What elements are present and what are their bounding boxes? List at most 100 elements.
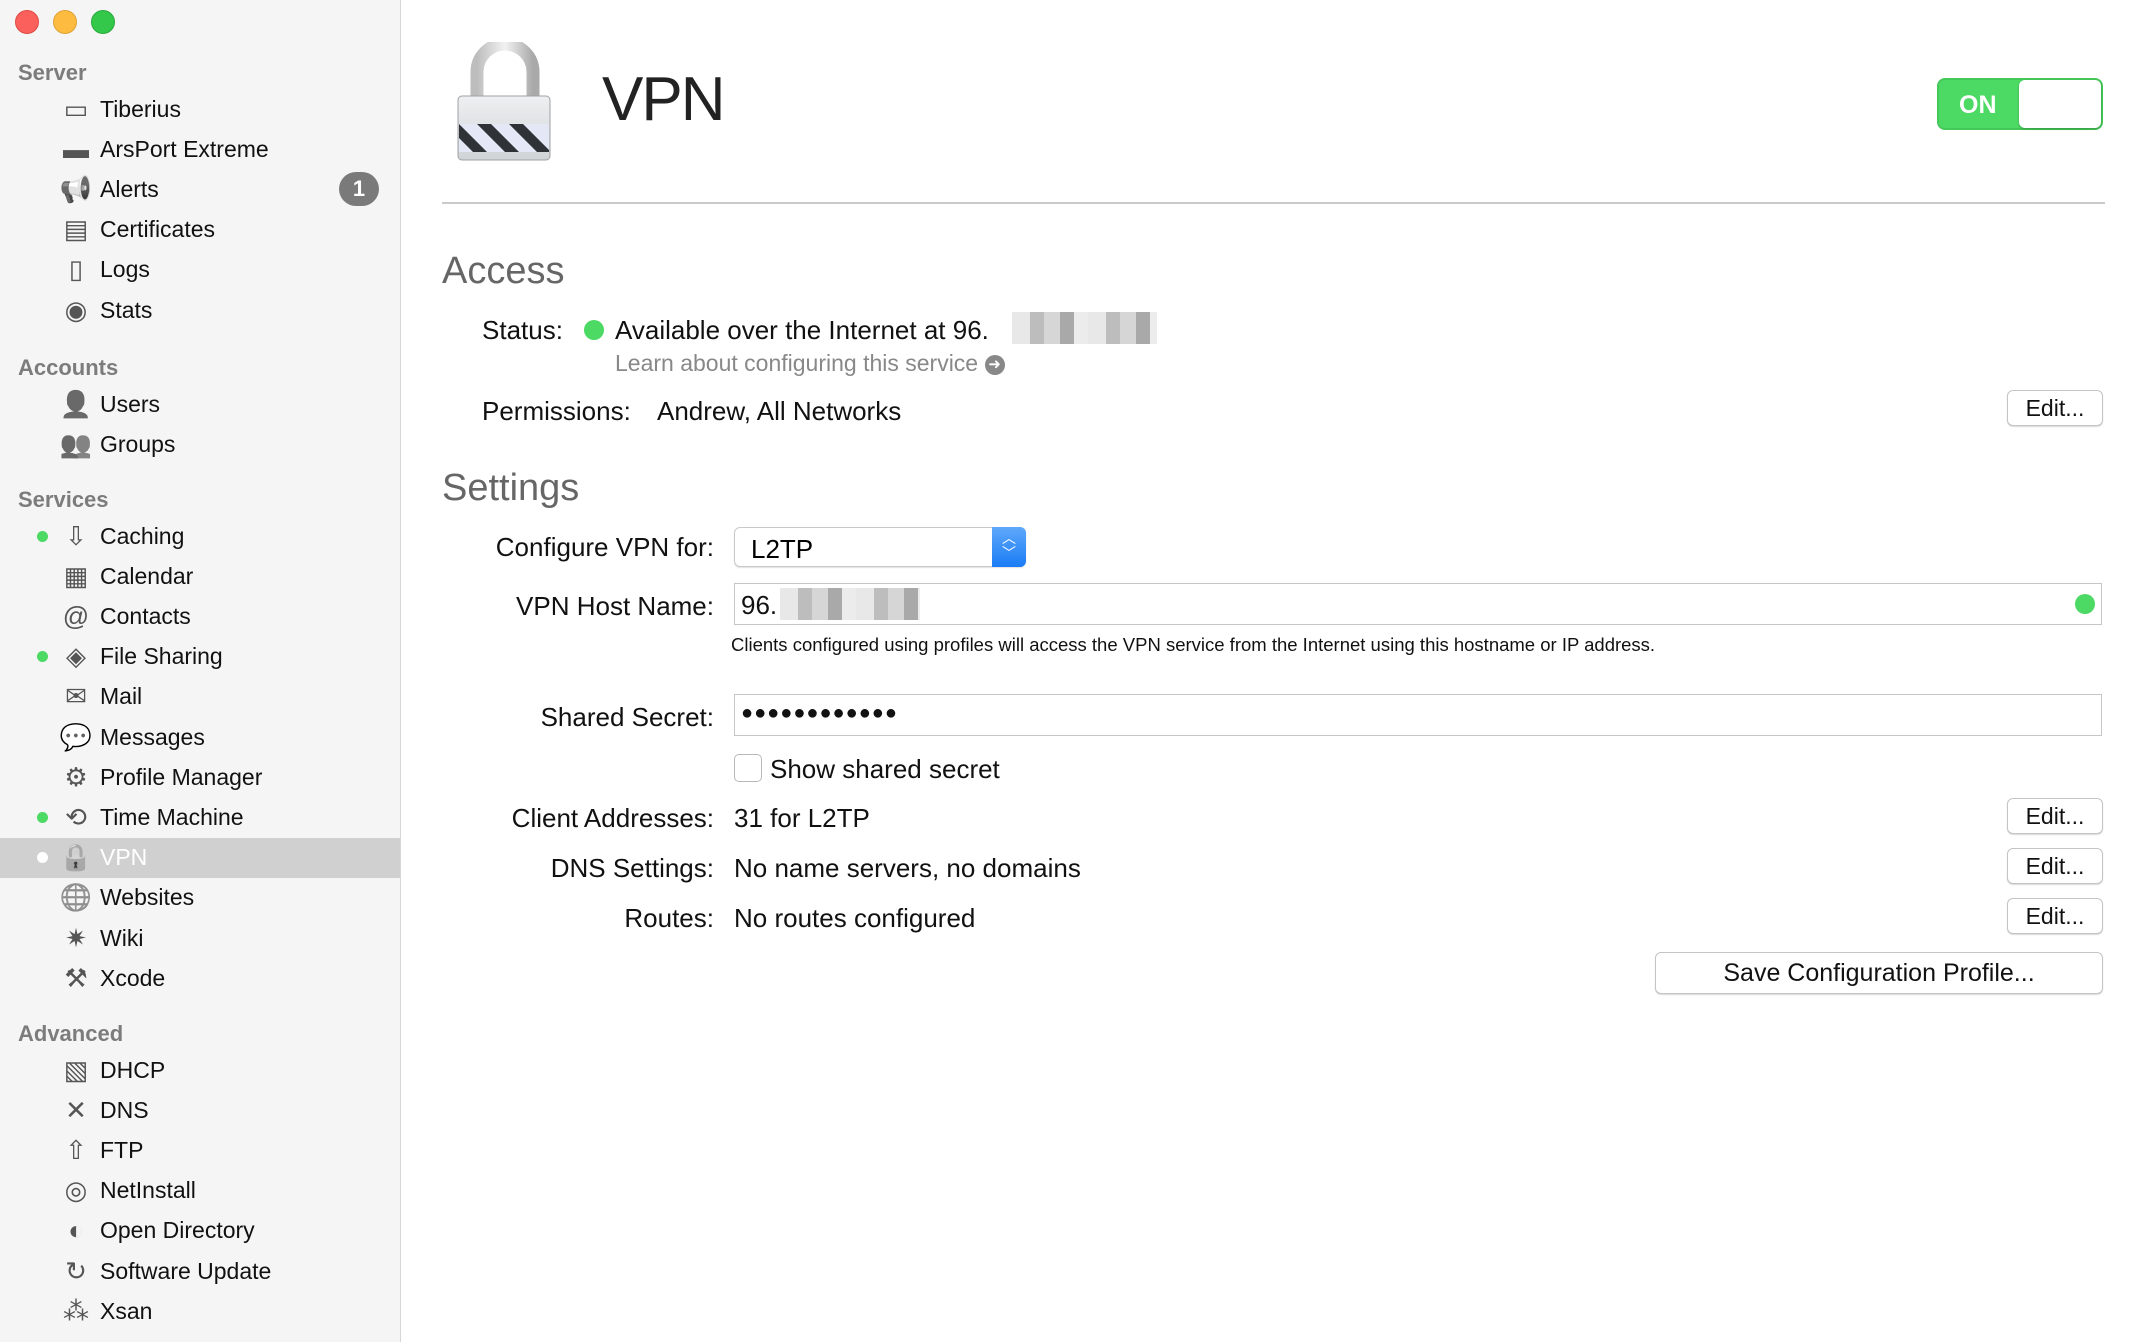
- sidebar-item-xcode[interactable]: ⚒ Xcode: [0, 958, 400, 998]
- wiki-icon: ✷: [65, 922, 87, 953]
- sidebar-item-xsan[interactable]: ⁂ Xsan: [0, 1291, 400, 1331]
- sidebar-item-messages[interactable]: 💬 Messages: [0, 717, 400, 757]
- close-button[interactable]: [15, 10, 39, 34]
- sidebar-item-dns[interactable]: ✕ DNS: [0, 1090, 400, 1130]
- sidebar-item-vpn[interactable]: 🔒 VPN: [0, 837, 400, 878]
- dns-icon: ✕: [65, 1094, 87, 1125]
- shared-secret-value: ●●●●●●●●●●●●: [741, 702, 898, 724]
- sidebar-item-label: Certificates: [100, 216, 216, 243]
- sidebar-item-calendar[interactable]: ▦ Calendar: [0, 556, 400, 596]
- access-heading: Access: [442, 250, 565, 292]
- sidebar-item-websites[interactable]: 🌐 Websites: [0, 878, 400, 918]
- permissions-edit-button[interactable]: Edit...: [2007, 390, 2103, 426]
- calendar-icon: ▦: [63, 560, 89, 591]
- sidebar-section-server: Server: [18, 60, 87, 85]
- page-title: VPN: [602, 65, 725, 134]
- sidebar-item-caching[interactable]: ⇩ Caching: [0, 516, 400, 556]
- toggle-knob[interactable]: [2019, 80, 2101, 128]
- sidebar-item-mail[interactable]: ✉ Mail: [0, 677, 400, 717]
- sidebar-item-label: Wiki: [100, 924, 144, 951]
- contacts-icon: @: [62, 600, 90, 631]
- routes-label: Routes:: [624, 903, 714, 933]
- sidebar-item-netinstall[interactable]: ◎ NetInstall: [0, 1171, 400, 1211]
- stats-icon: ◉: [64, 294, 88, 325]
- sidebar: Server ▭ Tiberius ▬ ArsPort Extreme 📢 Alerts 1 ▤…: [0, 0, 401, 1342]
- alerts-count-badge: 1: [339, 172, 379, 207]
- redacted-host: [780, 588, 920, 620]
- sidebar-item-certificates[interactable]: ▤ Certificates: [0, 210, 400, 250]
- maximize-button[interactable]: [91, 10, 115, 34]
- netinstall-icon: ◎: [64, 1175, 88, 1206]
- time-machine-icon: ⟲: [65, 801, 87, 832]
- airport-icon: ▬: [63, 133, 89, 164]
- sidebar-item-users[interactable]: 👤 Users: [0, 384, 400, 424]
- client-addresses-edit-button[interactable]: Edit...: [2007, 798, 2103, 834]
- host-name-label: VPN Host Name:: [516, 591, 714, 621]
- ftp-icon: ⇧: [65, 1134, 87, 1165]
- sidebar-item-label: Mail: [100, 683, 143, 710]
- sidebar-item-wiki[interactable]: ✷ Wiki: [0, 918, 400, 958]
- profile-manager-icon: ⚙: [64, 761, 88, 792]
- minimize-button[interactable]: [53, 10, 77, 34]
- sidebar-item-tiberius[interactable]: ▭ Tiberius: [0, 89, 400, 129]
- routes-value: No routes configured: [734, 903, 976, 933]
- sidebar-item-stats[interactable]: ◉ Stats: [0, 290, 400, 330]
- host-name-value: 96.: [741, 590, 778, 620]
- sidebar-item-label: Websites: [100, 884, 195, 911]
- service-running-indicator: [37, 651, 48, 663]
- show-secret-checkbox[interactable]: [734, 754, 762, 782]
- sidebar-item-label: Caching: [100, 522, 185, 549]
- service-running-indicator: [37, 811, 48, 823]
- sidebar-item-label: Stats: [100, 296, 153, 323]
- xsan-icon: ⁂: [63, 1295, 89, 1326]
- sidebar-item-alerts[interactable]: 📢 Alerts 1: [0, 169, 400, 209]
- sidebar-item-ftp[interactable]: ⇧ FTP: [0, 1130, 400, 1170]
- sidebar-item-profile-manager[interactable]: ⚙ Profile Manager: [0, 757, 400, 797]
- sidebar-item-groups[interactable]: 👥 Groups: [0, 424, 400, 464]
- sidebar-item-software-update[interactable]: ↻ Software Update: [0, 1251, 400, 1291]
- service-running-indicator: [37, 530, 48, 542]
- routes-edit-button[interactable]: Edit...: [2007, 898, 2103, 934]
- learn-more-link[interactable]: Learn about configuring this service ➜: [615, 350, 1005, 377]
- host-name-field[interactable]: 96.: [734, 583, 2102, 625]
- window-controls: [15, 10, 115, 34]
- shared-secret-label: Shared Secret:: [540, 702, 714, 732]
- host-reachable-indicator: [2075, 594, 2095, 614]
- sidebar-item-dhcp[interactable]: ▧ DHCP: [0, 1050, 400, 1090]
- status-text: Available over the Internet at 96.: [615, 315, 989, 345]
- service-toggle[interactable]: ON: [1937, 78, 2103, 130]
- header-divider: [442, 202, 2105, 204]
- show-secret-label[interactable]: Show shared secret: [770, 754, 1000, 785]
- sidebar-item-time-machine[interactable]: ⟲ Time Machine: [0, 797, 400, 837]
- sidebar-item-label: Time Machine: [100, 803, 244, 830]
- sidebar-item-contacts[interactable]: @ Contacts: [0, 596, 400, 636]
- sidebar-item-file-sharing[interactable]: ◈ File Sharing: [0, 637, 400, 677]
- group-icon: 👥: [59, 428, 93, 459]
- sidebar-item-open-directory[interactable]: ◐ Open Directory: [0, 1211, 400, 1251]
- sidebar-item-label: Calendar: [100, 562, 194, 589]
- hammer-icon: ⚒: [64, 962, 88, 993]
- user-icon: 👤: [59, 388, 93, 419]
- sidebar-item-label: Messages: [100, 723, 205, 750]
- shared-secret-field[interactable]: ●●●●●●●●●●●●: [734, 694, 2102, 736]
- lock-icon: 🔒: [59, 842, 93, 873]
- vpn-type-select[interactable]: L2TP ︿ ﹀: [734, 527, 1026, 567]
- sidebar-item-logs[interactable]: ▯ Logs: [0, 250, 400, 290]
- sidebar-item-label: Contacts: [100, 602, 191, 629]
- sidebar-item-label: Users: [100, 390, 161, 417]
- sidebar-item-label: DHCP: [100, 1056, 166, 1083]
- dns-settings-value: No name servers, no domains: [734, 853, 1081, 883]
- sidebar-item-label: Profile Manager: [100, 763, 263, 790]
- software-update-icon: ↻: [65, 1255, 87, 1286]
- sidebar-item-label: Xsan: [100, 1297, 153, 1324]
- caching-icon: ⇩: [65, 520, 87, 551]
- sidebar-section-accounts: Accounts: [18, 355, 119, 380]
- dns-settings-edit-button[interactable]: Edit...: [2007, 848, 2103, 884]
- certificate-icon: ▤: [63, 214, 89, 245]
- sidebar-item-label: VPN: [100, 844, 148, 871]
- sidebar-item-label: Groups: [100, 430, 176, 457]
- settings-heading: Settings: [442, 467, 580, 509]
- toggle-label: ON: [1959, 91, 1997, 119]
- save-configuration-profile-button[interactable]: Save Configuration Profile...: [1655, 952, 2103, 994]
- sidebar-item-arsport-extreme[interactable]: ▬ ArsPort Extreme: [0, 129, 400, 169]
